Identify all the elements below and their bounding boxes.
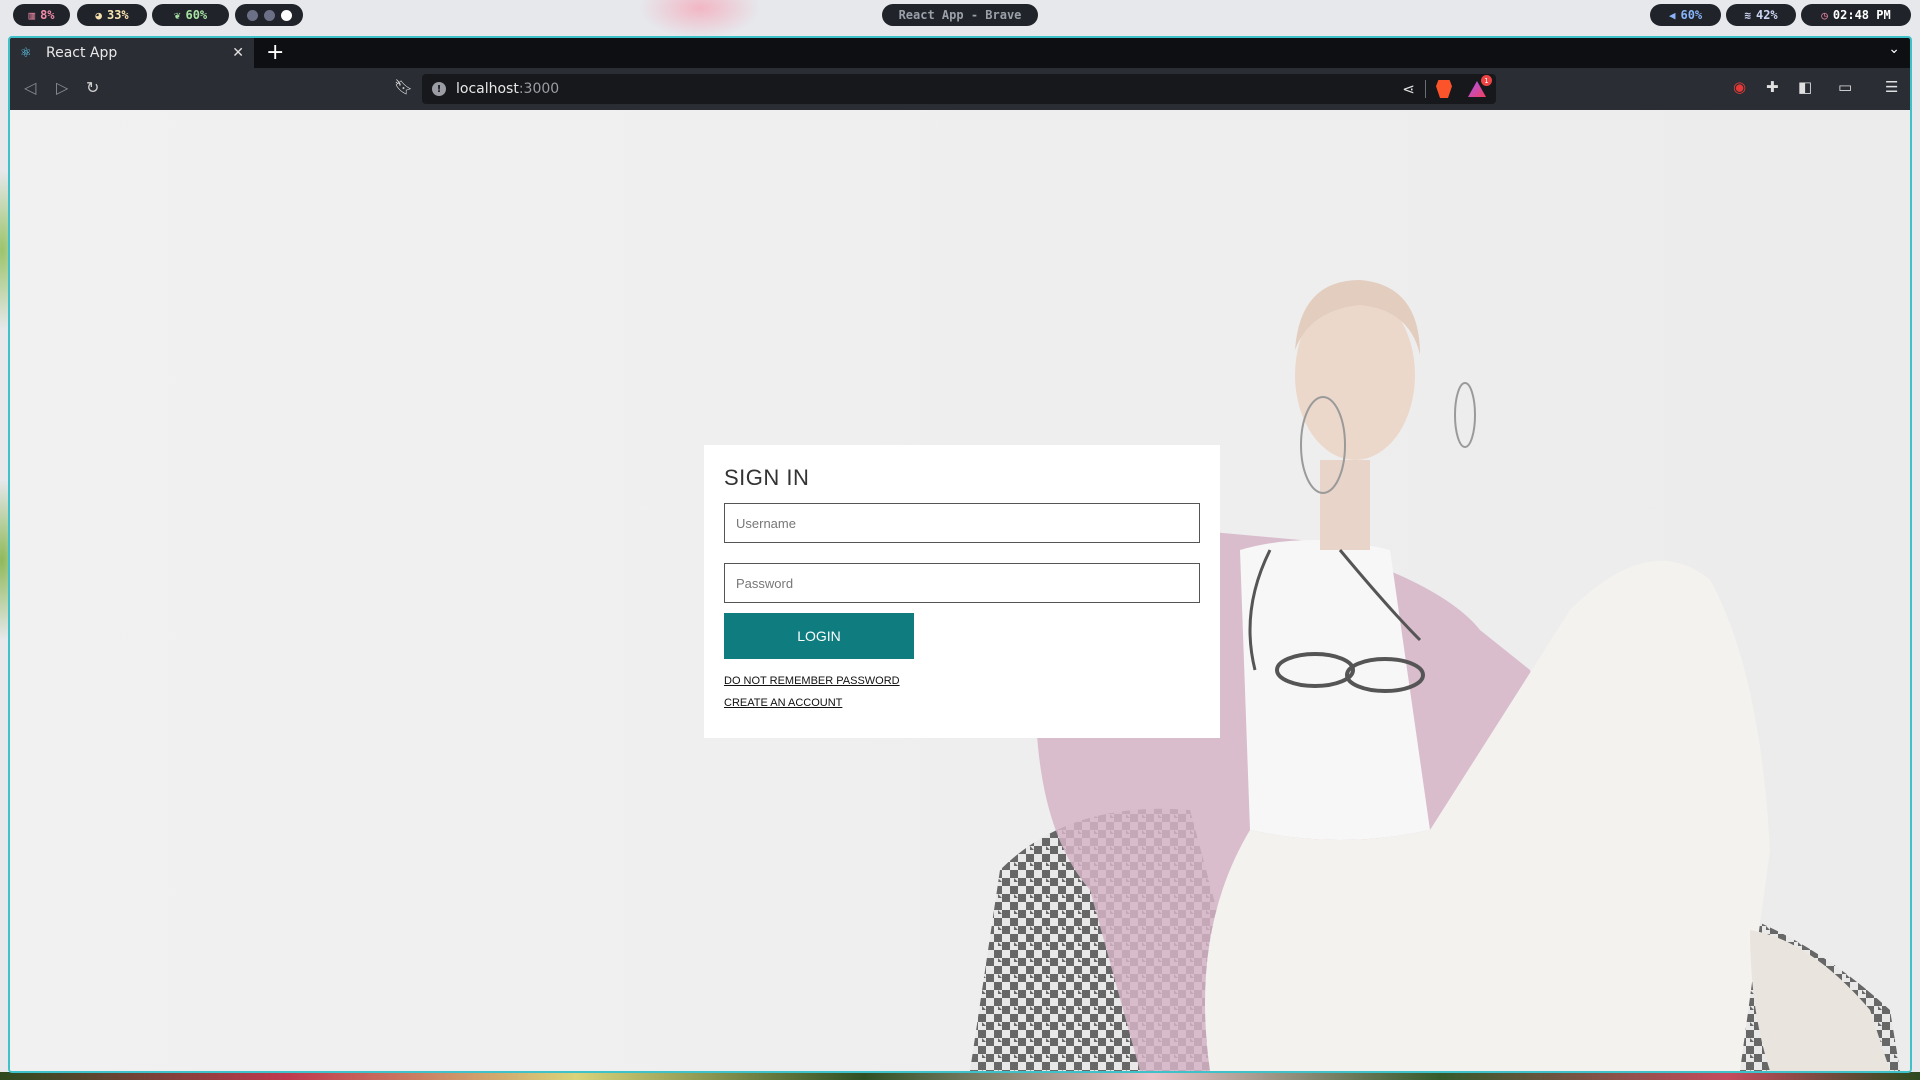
system-status-bar: ▥ 8% ◕ 33% ❦ 60% React App - Brave ◀ 60%… — [0, 0, 1920, 30]
browser-window: ⚛ React App ✕ + ⌄ ◁ ▷ ↻ 🔖︎ ! localhost :… — [8, 36, 1912, 1073]
cpu-value: 8% — [40, 8, 55, 22]
tab-close-icon[interactable]: ✕ — [232, 45, 244, 61]
address-bar[interactable]: ! localhost :3000 ⋖ 1 — [422, 74, 1496, 104]
ram-value: 33% — [106, 8, 129, 22]
forgot-password-link[interactable]: DO NOT REMEMBER PASSWORD — [724, 675, 1200, 687]
sign-in-card: SIGN IN LOGIN DO NOT REMEMBER PASSWORD C… — [704, 445, 1220, 738]
leaf-icon: ❦ — [173, 8, 181, 22]
brave-rewards-icon[interactable]: 1 — [1468, 75, 1492, 97]
password-input[interactable] — [724, 563, 1200, 603]
clock-icon: ◷ — [1821, 8, 1828, 22]
divider — [1425, 80, 1426, 98]
login-button[interactable]: LOGIN — [724, 613, 914, 659]
brave-shields-icon[interactable] — [1436, 80, 1452, 98]
create-account-link[interactable]: CREATE AN ACCOUNT — [724, 697, 1200, 709]
menu-icon[interactable]: ☰ — [1885, 78, 1898, 96]
url-host: localhost — [456, 81, 519, 97]
speaker-icon: ◀ — [1668, 8, 1676, 22]
chart-icon: ▥ — [28, 8, 36, 22]
wallet-icon[interactable]: ▭ — [1838, 78, 1852, 96]
tab-react-app[interactable]: ⚛ React App ✕ — [10, 38, 254, 68]
clock-value: 02:48 PM — [1832, 8, 1891, 22]
new-tab-button[interactable]: + — [266, 40, 284, 66]
page-title: SIGN IN — [724, 465, 810, 490]
browser-toolbar: ◁ ▷ ↻ 🔖︎ ! localhost :3000 ⋖ 1 ◉ ✚ ◧ ▭ ☰ — [10, 68, 1910, 110]
bookmark-icon[interactable]: 🔖︎ — [394, 78, 413, 96]
ram-widget: ◕ 33% — [77, 4, 147, 26]
volume-widget[interactable]: ◀ 60% — [1650, 4, 1721, 26]
back-button[interactable]: ◁ — [24, 78, 36, 97]
clock-widget: ◷ 02:48 PM — [1801, 4, 1911, 26]
username-input[interactable] — [724, 503, 1200, 543]
site-info-icon[interactable]: ! — [432, 82, 446, 96]
memory-icon: ◕ — [95, 8, 102, 22]
forward-button[interactable]: ▷ — [56, 78, 68, 97]
wifi-icon: ≋ — [1744, 8, 1751, 22]
tab-strip: ⚛ React App ✕ + ⌄ — [10, 38, 1910, 68]
share-icon[interactable]: ⋖ — [1402, 80, 1415, 98]
react-favicon-icon: ⚛ — [20, 45, 32, 61]
cpu-widget: ▥ 8% — [13, 4, 70, 26]
active-window-title: React App - Brave — [882, 4, 1038, 26]
workspace-1[interactable] — [246, 9, 258, 21]
battery-widget: ❦ 60% — [152, 4, 229, 26]
rewards-badge: 1 — [1481, 75, 1492, 86]
extensions-icon[interactable]: ✚ — [1766, 78, 1779, 96]
workspace-3[interactable] — [280, 9, 292, 21]
workspace-switcher[interactable] — [235, 4, 303, 26]
battery-value: 60% — [185, 8, 208, 22]
sidebar-toggle-icon[interactable]: ◧ — [1798, 78, 1812, 96]
chevron-down-icon[interactable]: ⌄ — [1888, 41, 1900, 57]
reload-button[interactable]: ↻ — [86, 78, 99, 97]
workspace-2[interactable] — [263, 9, 275, 21]
tab-title: React App — [46, 45, 118, 61]
wifi-widget[interactable]: ≋ 42% — [1726, 4, 1796, 26]
url-port: :3000 — [518, 81, 560, 97]
wallpaper-strip — [0, 1072, 1920, 1080]
volume-value: 60% — [1680, 8, 1703, 22]
login-page: SIGN IN LOGIN DO NOT REMEMBER PASSWORD C… — [10, 110, 1910, 1071]
wifi-value: 42% — [1755, 8, 1778, 22]
eye-off-icon[interactable]: ◉ — [1733, 78, 1746, 96]
